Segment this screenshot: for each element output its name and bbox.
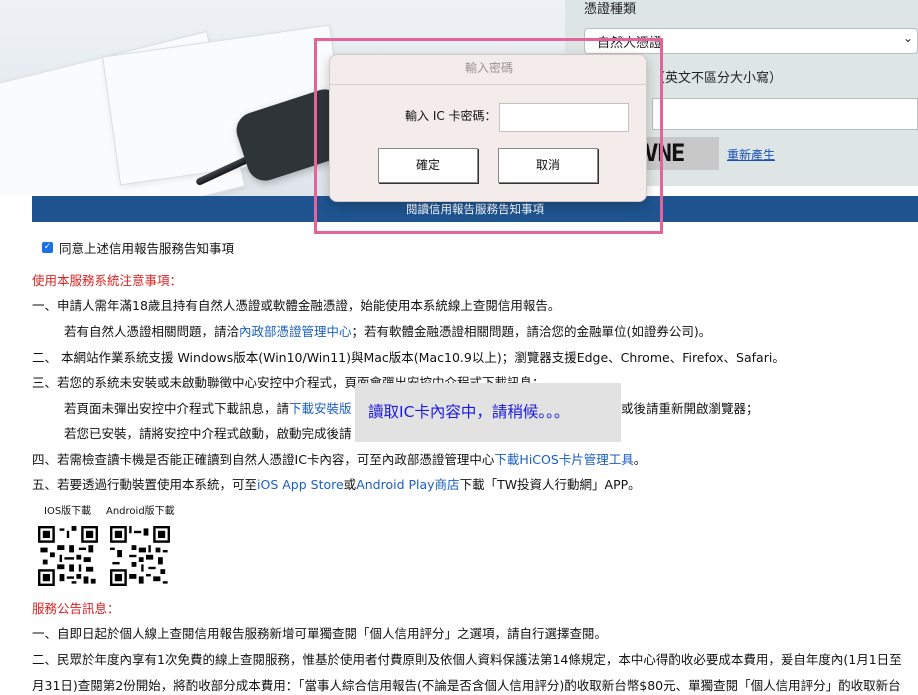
announcement-item-2-line2: 月31日)查閱第2份開始，將酌收部分成本費用：「當事人綜合信用報告(不論是否含個… xyxy=(32,678,901,693)
download-install-link[interactable]: 下載安裝版 xyxy=(289,401,352,416)
note-item-3-sub1: 若頁面未彈出安控中介程式下載訊息，請下載安裝版 xyxy=(64,401,352,416)
announcements-heading: 服務公告訊息： xyxy=(32,601,120,616)
note-item-3-sub1-tail: 或後請重新開啟瀏覽器； xyxy=(621,401,759,416)
agree-label: 同意上述信用報告服務告知事項 xyxy=(59,241,235,256)
cancel-button[interactable]: 取消 xyxy=(498,148,598,183)
captcha-input[interactable] xyxy=(652,98,918,130)
ios-qr-code[interactable] xyxy=(38,526,98,586)
ios-app-store-link[interactable]: iOS App Store xyxy=(257,477,344,492)
page: 憑證種類 自然人憑證 ⌄ （英文不區分大小寫） VNE 重新產生 閱讀信用報告服… xyxy=(0,0,918,695)
agree-row[interactable]: ✓ 同意上述信用報告服務告知事項 xyxy=(42,238,234,257)
dialog-title: 輸入密碼 xyxy=(330,55,648,85)
ok-button[interactable]: 確定 xyxy=(378,148,478,183)
pin-input[interactable] xyxy=(499,103,629,132)
cert-type-label: 憑證種類 xyxy=(584,2,637,17)
android-play-link[interactable]: Android Play商店 xyxy=(356,477,459,492)
hicos-download-link[interactable]: 下載HiCOS卡片管理工具 xyxy=(494,452,633,467)
case-insensitive-hint: （英文不區分大小寫） xyxy=(652,71,783,86)
pin-dialog: 輸入密碼 輸入 IC 卡密碼： 確定 取消 xyxy=(329,54,648,202)
regenerate-captcha-link[interactable]: 重新產生 xyxy=(727,146,775,163)
note-item-1-sub: 若有自然人憑證相關問題，請洽內政部憑證管理中心；若有軟體金融憑證相關問題，請洽您… xyxy=(64,324,712,339)
announcement-item-1: 一、自即日起於個人線上查閱信用報告服務新增可單獨查閱「個人信用評分」之選項，請自… xyxy=(32,626,608,641)
pin-label: 輸入 IC 卡密碼： xyxy=(405,109,497,123)
service-notes-heading: 使用本服務系統注意事項： xyxy=(32,273,183,288)
moi-cert-center-link[interactable]: 內政部憑證管理中心 xyxy=(239,324,352,339)
agree-checkbox[interactable]: ✓ xyxy=(42,242,53,253)
reading-card-toast: 讀取IC卡內容中，請稍候。。。 xyxy=(355,383,621,442)
qr-android-label: Android版下載 xyxy=(106,506,175,517)
note-item-1: 一、申請人需年滿18歲且持有自然人憑證或軟體金融憑證，始能使用本系統線上查閱信用… xyxy=(32,298,561,313)
note-item-5: 五、若要透過行動裝置使用本系統，可至iOS App Store或Android … xyxy=(32,477,641,492)
chevron-down-icon: ⌄ xyxy=(902,31,913,45)
announcement-item-2-line1: 二、民眾於年度內享有1次免費的線上查閱服務，惟基於使用者付費原則及依個人資料保護… xyxy=(32,652,902,667)
qr-ios-label: IOS版下載 xyxy=(44,506,92,517)
note-item-3-sub2: 若您已安裝，請將安控中介程式啟動，啟動完成後請 xyxy=(64,426,352,441)
note-item-2: 二、 本網站作業系統支援 Windows版本(Win10/Win11)與Mac版… xyxy=(32,350,785,365)
note-item-4: 四、若需檢查讀卡機是否能正確讀到自然人憑證IC卡內容，可至內政部憑證管理中心下載… xyxy=(32,452,647,467)
android-qr-code[interactable] xyxy=(110,526,170,586)
